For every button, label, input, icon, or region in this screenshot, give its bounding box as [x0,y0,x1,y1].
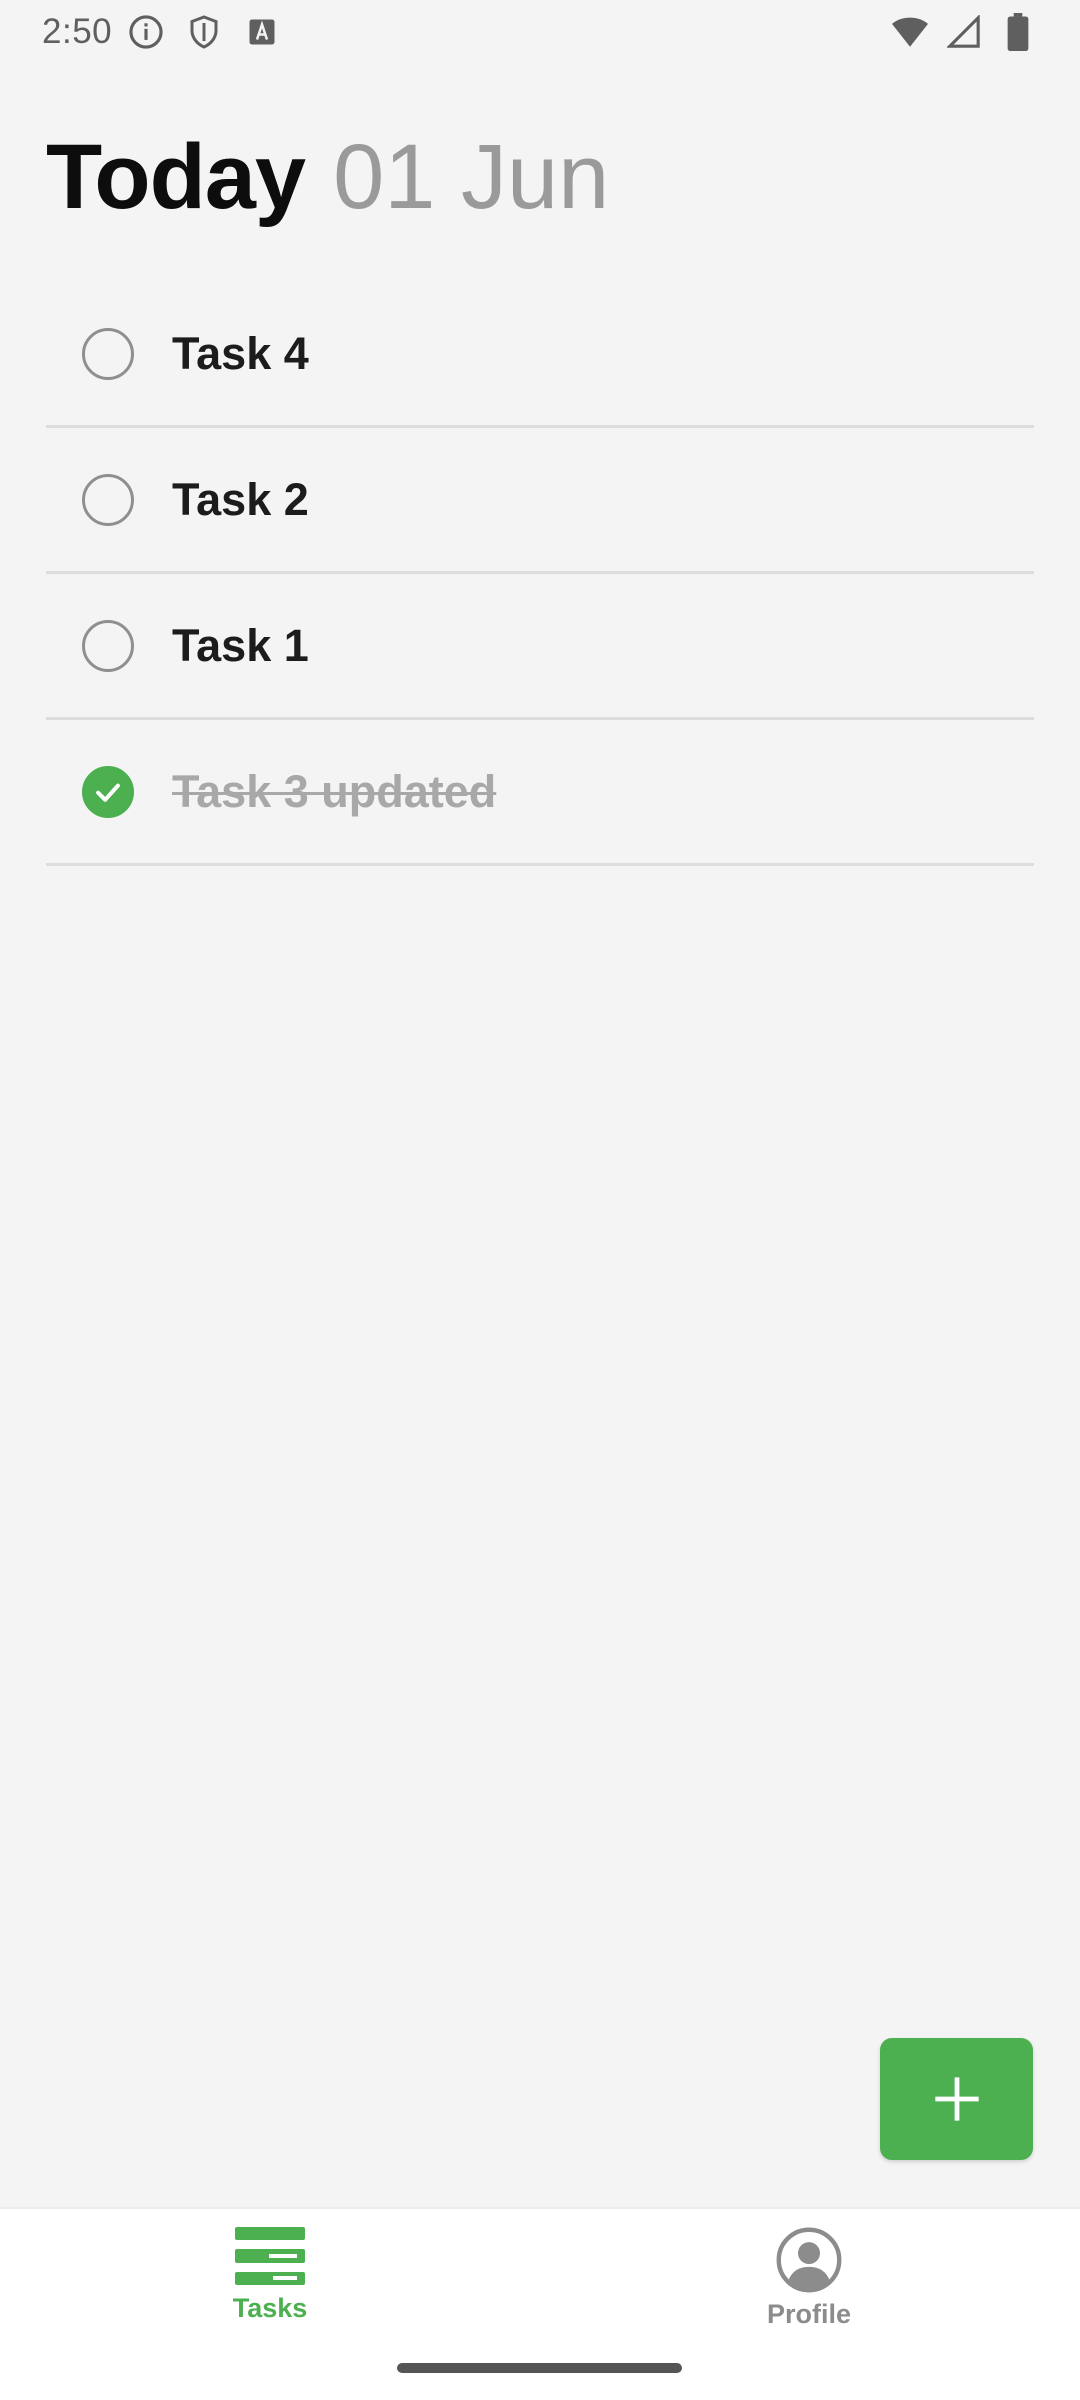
task-checkbox[interactable] [82,619,134,672]
shield-icon [184,12,224,52]
wifi-icon [890,12,930,52]
add-task-button[interactable] [880,2038,1033,2160]
task-label: Task 2 [172,473,309,525]
status-right-icons [890,12,1038,52]
header-date: 01 Jun [333,126,610,228]
task-row[interactable]: Task 2 [46,428,1034,574]
task-checkbox-checked[interactable] [82,765,134,818]
task-label: Task 1 [172,619,309,671]
screen: 2:50 Today 01 Jun Task 4 Task 2 Task 1 T… [0,0,1080,2400]
signal-icon [944,12,984,52]
plus-icon [934,2077,979,2121]
task-list: Task 4 Task 2 Task 1 Task 3 updated [46,282,1034,866]
task-row[interactable]: Task 3 updated [46,720,1034,866]
home-indicator[interactable] [397,2363,682,2373]
nav-label-profile: Profile [766,2299,852,2329]
status-left-icons [126,12,282,52]
task-row[interactable]: Task 4 [46,282,1034,428]
status-bar: 2:50 [0,0,1080,64]
nav-item-profile[interactable]: Profile [699,2227,919,2330]
font-icon [242,12,282,52]
battery-icon [998,12,1038,52]
task-checkbox[interactable] [82,473,134,526]
check-icon [96,783,120,802]
page-title: Today [46,126,306,228]
nav-item-tasks[interactable]: Tasks [160,2227,380,2324]
task-row[interactable]: Task 1 [46,574,1034,720]
tasks-icon [235,2227,305,2285]
status-time: 2:50 [42,12,113,51]
task-label: Task 4 [172,327,309,379]
task-label: Task 3 updated [172,765,497,817]
nav-label-tasks: Tasks [232,2293,308,2323]
page-header: Today 01 Jun [46,125,609,230]
profile-icon [776,2227,842,2293]
task-checkbox[interactable] [82,327,134,380]
info-icon [126,12,166,52]
